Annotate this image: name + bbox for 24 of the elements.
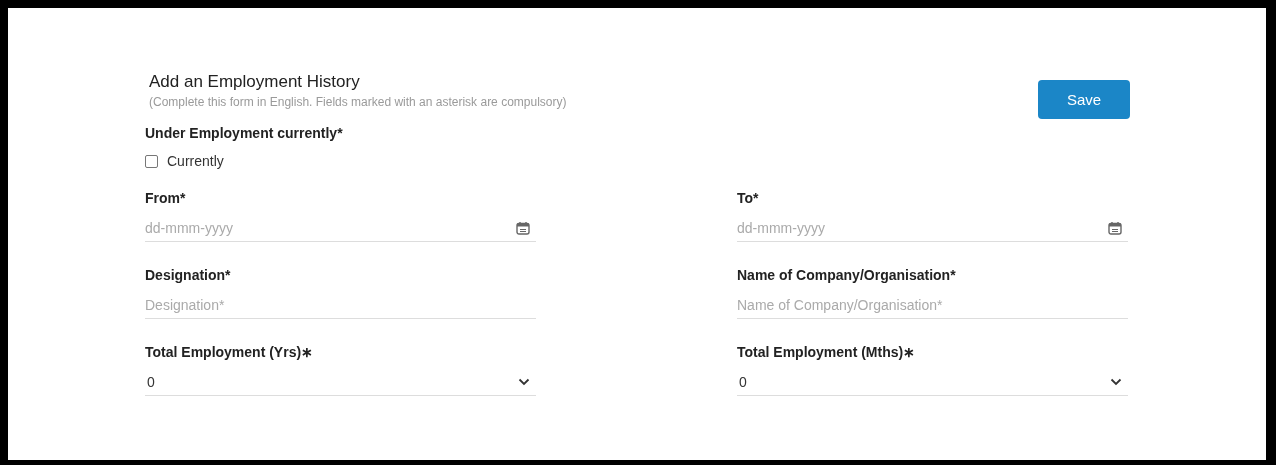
select-field[interactable]: 0	[737, 368, 1128, 396]
field-label: Name of Company/Organisation*	[737, 267, 957, 283]
date-field[interactable]: dd-mmm-yyyy	[145, 214, 536, 242]
field-label: To*	[737, 190, 760, 206]
checkbox[interactable]	[145, 154, 158, 168]
field-label: From*	[145, 190, 187, 206]
calendar-icon[interactable]	[516, 221, 530, 235]
chevron-down-icon[interactable]	[518, 377, 530, 386]
text-field[interactable]: Name of Company/Organisation*	[737, 291, 1128, 319]
select-field[interactable]: 0	[145, 368, 536, 396]
form-subtitle: (Complete this form in English. Fields marked with an asterisk are compulsory)	[149, 95, 567, 109]
calendar-icon[interactable]	[1108, 221, 1122, 235]
date-field[interactable]: dd-mmm-yyyy	[737, 214, 1128, 242]
chevron-down-icon[interactable]	[1110, 377, 1122, 386]
text-field[interactable]: Designation*	[145, 291, 536, 319]
save-button[interactable]: Save	[1038, 80, 1130, 119]
field-label: Total Employment (Yrs)∗	[145, 344, 315, 360]
field-label: Total Employment (Mths)∗	[737, 344, 917, 360]
checkbox-label[interactable]: Currently	[167, 153, 224, 169]
select-value: 0	[147, 373, 155, 390]
field-label: Designation*	[145, 267, 232, 283]
field-label: Under Employment currently*	[145, 125, 344, 141]
select-value: 0	[739, 373, 747, 390]
form-title: Add an Employment History	[149, 72, 361, 92]
